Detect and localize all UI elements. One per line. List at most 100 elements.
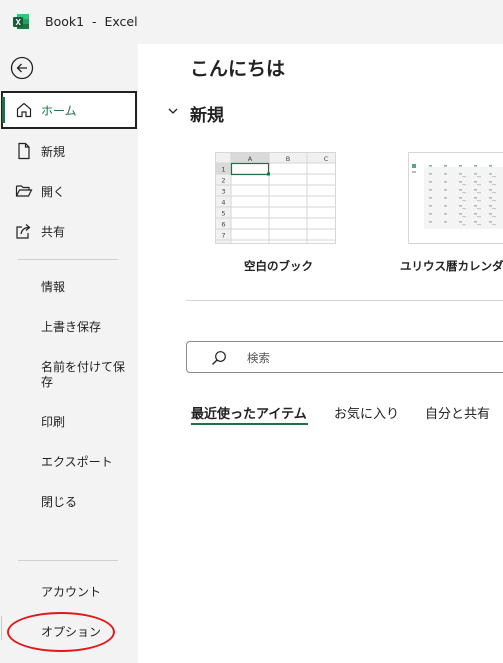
tab-shared-with-me[interactable]: 自分と共有 bbox=[425, 403, 490, 422]
sidebar-item-save[interactable]: 上書き保存 bbox=[41, 320, 126, 335]
sidebar-item-label: 新規 bbox=[41, 144, 66, 159]
sidebar-item-home[interactable]: ホーム bbox=[1, 91, 137, 129]
sidebar-item-new[interactable]: 新規 bbox=[0, 132, 138, 170]
calendar-mark bbox=[462, 184, 466, 186]
calendar-mark bbox=[474, 213, 477, 215]
calendar-mark bbox=[444, 165, 447, 167]
calendar-mark bbox=[429, 205, 432, 207]
sidebar-item-label: ホーム bbox=[41, 103, 77, 118]
calendar-mark bbox=[462, 200, 466, 202]
calendar-mark bbox=[489, 165, 492, 167]
sidebar-item-save-as[interactable]: 名前を付けて保存 bbox=[41, 360, 126, 390]
sidebar-item-export[interactable]: エクスポート bbox=[41, 455, 126, 470]
calendar-mark bbox=[462, 192, 466, 194]
calendar-mark bbox=[462, 208, 466, 210]
calendar-mark bbox=[489, 197, 492, 199]
calendar-mark bbox=[429, 181, 432, 183]
search-icon bbox=[212, 351, 226, 365]
page-title: こんにちは bbox=[190, 58, 286, 80]
calendar-mark bbox=[459, 197, 462, 199]
calendar-mark bbox=[477, 224, 481, 226]
calendar-mark bbox=[429, 221, 432, 223]
section-title-new: 新規 bbox=[190, 106, 224, 126]
search-input[interactable]: 検索 bbox=[186, 341, 503, 373]
calendar-mark bbox=[492, 200, 496, 202]
calendar-mark bbox=[474, 197, 477, 199]
selection-bar bbox=[1, 616, 2, 640]
grid-row-header: 4 bbox=[221, 199, 225, 207]
calendar-mark bbox=[489, 213, 492, 215]
calendar-mark bbox=[459, 165, 462, 167]
grid-row-header: 3 bbox=[221, 188, 225, 196]
grid-row-header: 5 bbox=[221, 210, 225, 218]
grid-column-header: B bbox=[286, 155, 290, 163]
calendar-mark bbox=[477, 192, 481, 194]
calendar-mark bbox=[477, 184, 481, 186]
template-label: ユリウス暦カレンダー bbox=[400, 259, 503, 273]
calendar-mark bbox=[429, 213, 432, 215]
calendar-mark bbox=[489, 181, 492, 183]
calendar-mark bbox=[429, 173, 432, 175]
calendar-mark bbox=[477, 216, 481, 218]
grid-row-header: 7 bbox=[221, 232, 225, 240]
calendar-mark bbox=[474, 165, 477, 167]
grid-row-header: 6 bbox=[221, 221, 225, 229]
new-document-icon bbox=[18, 142, 30, 160]
title-bar: Book1 - Excel bbox=[0, 0, 503, 44]
grid-row-header: 2 bbox=[221, 177, 225, 185]
calendar-mark bbox=[492, 224, 496, 226]
sidebar-item-label: 共有 bbox=[41, 224, 66, 239]
sidebar-item-info[interactable]: 情報 bbox=[41, 280, 126, 295]
tab-recent[interactable]: 最近使ったアイテム bbox=[191, 403, 307, 422]
calendar-mark bbox=[489, 205, 492, 207]
template-blank-workbook[interactable]: A B C 1 2 3 4 5 6 7 bbox=[215, 152, 336, 244]
calendar-mark bbox=[492, 184, 496, 186]
calendar-mark bbox=[474, 205, 477, 207]
sidebar-item-open[interactable]: 開く bbox=[0, 172, 138, 210]
tab-favorites[interactable]: お気に入り bbox=[334, 403, 399, 422]
calendar-mark bbox=[444, 205, 447, 207]
calendar-mark bbox=[462, 224, 466, 226]
calendar-mark bbox=[459, 213, 462, 215]
calendar-mark bbox=[489, 173, 492, 175]
sidebar-item-share[interactable]: 共有 bbox=[0, 212, 138, 250]
calendar-mark bbox=[492, 192, 496, 194]
calendar-mark bbox=[459, 221, 462, 223]
sidebar-divider bbox=[18, 259, 118, 260]
calendar-mark bbox=[489, 189, 492, 191]
sidebar-item-label: 開く bbox=[41, 184, 66, 199]
calendar-mark bbox=[492, 176, 496, 178]
sidebar-item-account[interactable]: アカウント bbox=[41, 585, 126, 600]
calendar-mark bbox=[444, 213, 447, 215]
sidebar-item-close[interactable]: 閉じる bbox=[41, 495, 126, 510]
calendar-mark bbox=[492, 208, 496, 210]
sidebar-divider bbox=[18, 560, 118, 561]
calendar-mark bbox=[462, 176, 466, 178]
grid-column-header: A bbox=[248, 155, 253, 163]
calendar-mark bbox=[444, 197, 447, 199]
home-icon bbox=[16, 102, 32, 118]
template-label: 空白のブック bbox=[244, 259, 313, 273]
calendar-mark bbox=[489, 221, 492, 223]
calendar-mark bbox=[477, 208, 481, 210]
sidebar-item-print[interactable]: 印刷 bbox=[41, 415, 126, 430]
calendar-mark bbox=[444, 221, 447, 223]
share-icon bbox=[16, 224, 31, 239]
template-julian-calendar[interactable] bbox=[408, 152, 503, 244]
active-tab-underline bbox=[191, 423, 308, 425]
calendar-mark bbox=[429, 197, 432, 199]
calendar-mark bbox=[462, 216, 466, 218]
search-placeholder: 検索 bbox=[247, 351, 270, 365]
excel-logo-icon bbox=[13, 14, 29, 29]
calendar-mark bbox=[474, 173, 477, 175]
calendar-mark bbox=[474, 221, 477, 223]
calendar-mark bbox=[474, 181, 477, 183]
chevron-down-icon[interactable] bbox=[167, 105, 179, 117]
calendar-mark bbox=[477, 200, 481, 202]
calendar-mark bbox=[429, 165, 432, 167]
back-arrow-icon[interactable] bbox=[10, 56, 34, 80]
grid-row-header: 1 bbox=[221, 166, 225, 174]
folder-open-icon bbox=[15, 185, 33, 197]
calendar-mark bbox=[444, 173, 447, 175]
grid-column-header: C bbox=[324, 155, 329, 163]
